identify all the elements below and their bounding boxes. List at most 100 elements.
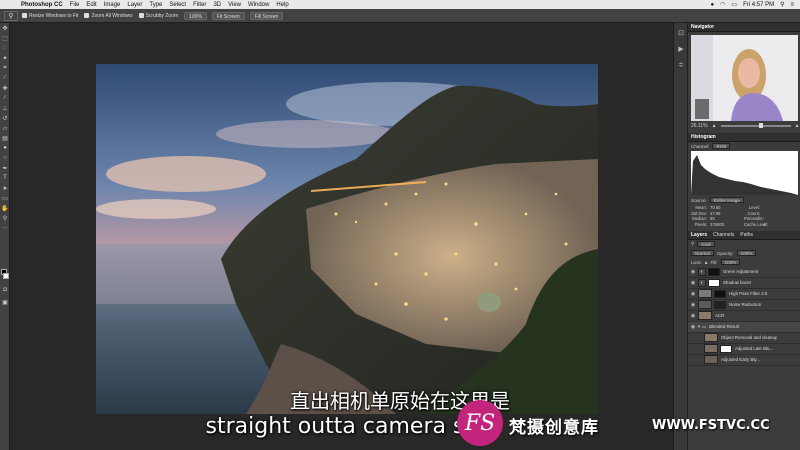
slider-handle[interactable]	[759, 122, 764, 128]
checkbox-box[interactable]	[84, 13, 90, 18]
wifi-icon[interactable]: ◠	[720, 1, 725, 8]
more-tools-icon[interactable]: ···	[0, 223, 10, 233]
stamp-tool-icon[interactable]: ⊥	[0, 103, 10, 113]
marquee-tool-icon[interactable]: ⬚	[0, 33, 10, 43]
menu-help[interactable]: Help	[276, 2, 288, 8]
zoom-out-icon[interactable]: ▲	[712, 123, 717, 129]
layer-thumbnail[interactable]	[698, 289, 712, 298]
layer-mask-thumbnail[interactable]	[714, 289, 726, 298]
menu-image[interactable]: Image	[104, 2, 121, 8]
layer-row[interactable]: Object Removal and cleanup	[688, 333, 800, 344]
quick-mask-icon[interactable]: ◘	[0, 285, 10, 295]
zoom-100-button[interactable]: 100%	[184, 11, 207, 20]
lasso-tool-icon[interactable]: ◌	[0, 43, 10, 53]
eyedropper-tool-icon[interactable]: ⁄	[0, 73, 10, 83]
history-panel-icon[interactable]: ⊡	[674, 27, 688, 39]
layer-row[interactable]: ◉ ◐ Shadow boost	[688, 278, 800, 289]
eraser-tool-icon[interactable]: ▱	[0, 123, 10, 133]
menu-3d[interactable]: 3D	[213, 2, 221, 8]
channel-select[interactable]: RGB	[712, 143, 731, 149]
layer-mask-thumbnail[interactable]	[708, 278, 720, 287]
checkbox-box[interactable]	[22, 13, 27, 18]
type-tool-icon[interactable]: T	[0, 173, 10, 183]
menu-filter[interactable]: Filter	[193, 2, 206, 8]
layer-group-row[interactable]: ◉ ▾ ▭ Blended Result	[688, 321, 800, 333]
source-select[interactable]: Entire Image	[709, 197, 744, 203]
checkbox-box[interactable]	[138, 13, 144, 18]
layer-mask-thumbnail[interactable]	[708, 267, 720, 276]
positano-photo[interactable]	[96, 64, 598, 414]
layer-row[interactable]: ◉ High Pass Filter 2.5	[688, 289, 800, 300]
menu-window[interactable]: Window	[248, 2, 269, 8]
pen-tool-icon[interactable]: ✒	[0, 163, 10, 173]
lock-icon[interactable]: 🔒︎	[705, 260, 707, 265]
search-icon[interactable]: ⚲	[780, 1, 784, 8]
menu-layer[interactable]: Layer	[127, 2, 142, 8]
blend-mode-select[interactable]: Normal	[691, 250, 714, 256]
visibility-eye-icon[interactable]: ◉	[690, 302, 696, 308]
resize-windows-checkbox[interactable]: Resize Windows to Fit	[22, 13, 78, 19]
layer-row[interactable]: ◉ ACR	[688, 311, 800, 322]
menu-edit[interactable]: Edit	[86, 2, 96, 8]
healing-tool-icon[interactable]: ✚	[0, 83, 10, 93]
magic-wand-tool-icon[interactable]: ✦	[0, 53, 10, 63]
background-color-swatch[interactable]	[3, 273, 9, 279]
visibility-eye-icon[interactable]: ◉	[690, 269, 696, 275]
visibility-eye-icon[interactable]: ◉	[690, 280, 696, 286]
watermark-url: WWW.FSTVC.CC	[652, 418, 770, 433]
menu-view[interactable]: View	[228, 2, 241, 8]
tab-paths[interactable]: Paths	[740, 232, 753, 238]
brush-tool-icon[interactable]: ∕	[0, 93, 10, 103]
tab-layers[interactable]: Layers	[691, 232, 707, 238]
layer-row[interactable]: Adjusted Early Bly...	[688, 355, 800, 366]
navigator-zoom-slider[interactable]	[720, 122, 791, 128]
zoom-tool-icon[interactable]: ⚲	[0, 213, 10, 223]
layer-mask-thumbnail[interactable]	[720, 344, 732, 353]
fit-screen-button[interactable]: Fit Screen	[211, 11, 245, 20]
menu-file[interactable]: File	[70, 2, 80, 8]
scrubby-zoom-checkbox[interactable]: Scrubby Zoom	[138, 13, 178, 19]
navigator-zoom-value[interactable]: 26.11%	[691, 123, 708, 129]
menu-clock[interactable]: Fri 4:57 PM	[743, 2, 774, 8]
zoom-in-icon[interactable]: ▲	[795, 123, 800, 129]
opacity-input[interactable]: 100%	[736, 250, 757, 256]
menu-select[interactable]: Select	[169, 2, 186, 8]
shape-tool-icon[interactable]: ▭	[0, 193, 10, 203]
filter-search-icon[interactable]: ⚲	[691, 241, 694, 247]
fill-input[interactable]: 100%	[720, 259, 741, 265]
filter-kind-select[interactable]: Kind	[697, 241, 715, 247]
move-tool-icon[interactable]: ✥	[0, 23, 10, 33]
dodge-tool-icon[interactable]: ○	[0, 153, 10, 163]
tab-channels[interactable]: Channels	[713, 232, 734, 238]
layer-mask-thumbnail[interactable]	[714, 300, 726, 309]
layer-row[interactable]: Adjusted Late Blu...	[688, 344, 800, 355]
hand-tool-icon[interactable]: ✋	[0, 203, 10, 213]
notification-icon[interactable]: ●	[711, 2, 715, 8]
layer-thumbnail[interactable]	[704, 355, 718, 364]
history-brush-tool-icon[interactable]: ↺	[0, 113, 10, 123]
menu-app-name[interactable]: Photoshop CC	[21, 2, 63, 8]
list-icon[interactable]: ≡	[790, 2, 794, 8]
tab-histogram[interactable]: Histogram	[691, 134, 716, 140]
adjustments-panel-icon[interactable]: ≑	[674, 59, 688, 71]
layer-row[interactable]: ◉ Noise Reduction	[688, 300, 800, 311]
play-actions-icon[interactable]: ▶	[674, 43, 688, 55]
menu-type[interactable]: Type	[149, 2, 162, 8]
crop-tool-icon[interactable]: ⌗	[0, 63, 10, 73]
tab-navigator[interactable]: Navigator	[691, 24, 714, 30]
fill-screen-button[interactable]: Fill Screen	[249, 11, 284, 20]
gradient-tool-icon[interactable]: ▤	[0, 133, 10, 143]
layer-thumbnail[interactable]	[704, 344, 718, 353]
path-select-tool-icon[interactable]: ➤	[0, 183, 10, 193]
blur-tool-icon[interactable]: ●	[0, 143, 10, 153]
layer-thumbnail[interactable]	[698, 300, 712, 309]
zoom-tool-icon[interactable]: ⚲	[4, 10, 18, 21]
layer-row[interactable]: ◉ ◐ Green Adjustment	[688, 267, 800, 278]
layer-thumbnail[interactable]	[698, 311, 712, 320]
visibility-eye-icon[interactable]: ◉	[690, 313, 696, 319]
visibility-eye-icon[interactable]: ◉	[690, 291, 696, 297]
battery-icon[interactable]: ▭	[731, 1, 737, 8]
layer-thumbnail[interactable]	[704, 333, 718, 342]
zoom-all-windows-checkbox[interactable]: Zoom All Windows	[84, 13, 133, 19]
screen-mode-icon[interactable]: ▣	[0, 297, 10, 307]
